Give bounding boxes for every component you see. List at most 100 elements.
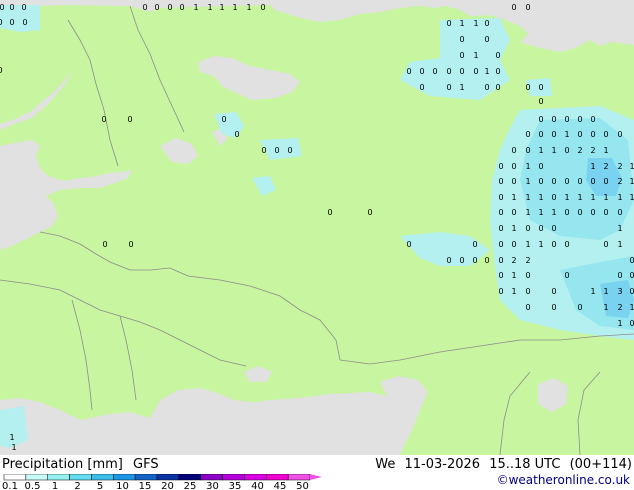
precip-value: 0 <box>179 3 184 12</box>
valid-date: 11-03-2026 <box>404 457 481 472</box>
precip-value: 0 <box>629 271 634 280</box>
legend-swatch <box>25 474 48 481</box>
legend-swatch <box>200 474 223 481</box>
precip-value: 0 <box>498 287 503 296</box>
precip-value: 1 <box>603 287 608 296</box>
precip-value: 0 <box>551 193 556 202</box>
precip-value: 1 <box>564 193 569 202</box>
valid-time: We 11-03-2026 15..18 UTC (00+114) <box>370 457 632 472</box>
precip-value: 0 <box>287 146 292 155</box>
precip-value: 0 <box>0 3 5 12</box>
precip-value: 0 <box>446 83 451 92</box>
precip-value: 1 <box>538 208 543 217</box>
precip-value: 0 <box>498 208 503 217</box>
precip-value: 0 <box>511 146 516 155</box>
precip-value: 1 <box>590 193 595 202</box>
precip-value: 0 <box>511 162 516 171</box>
footer: Precipitation [mm] GFS We 11-03-2026 15.… <box>0 455 634 490</box>
precip-value: 0 <box>525 130 530 139</box>
precip-value: 0 <box>101 115 106 124</box>
precip-value: 0 <box>538 177 543 186</box>
precip-value: 0 <box>603 240 608 249</box>
precip-value: 0 <box>274 146 279 155</box>
precip-value: 0 <box>495 67 500 76</box>
precip-value: 0 <box>459 51 464 60</box>
legend-label: 50 <box>296 481 309 490</box>
precip-value: 1 <box>473 19 478 28</box>
precip-value: 0 <box>551 224 556 233</box>
precip-value: 0 <box>564 240 569 249</box>
precip-value: 0 <box>128 240 133 249</box>
precip-value: 0 <box>459 256 464 265</box>
legend-swatch <box>287 474 311 481</box>
precip-value: 0 <box>590 115 595 124</box>
precip-value: 1 <box>629 162 634 171</box>
precip-value: 2 <box>525 256 530 265</box>
precip-value: 0 <box>577 115 582 124</box>
precip-value: 0 <box>590 208 595 217</box>
precip-value: 0 <box>538 224 543 233</box>
precip-value: 0 <box>472 240 477 249</box>
precip-value: 0 <box>0 66 3 75</box>
precip-value: 2 <box>603 162 608 171</box>
precip-value: 0 <box>221 115 226 124</box>
precip-value: 0 <box>234 130 239 139</box>
precip-value: 0 <box>564 115 569 124</box>
precip-value: 1 <box>590 162 595 171</box>
precip-value: 0 <box>484 256 489 265</box>
precip-value: 0 <box>432 67 437 76</box>
precip-value: 1 <box>525 162 530 171</box>
legend-swatch <box>222 474 245 481</box>
precip-value: 0 <box>617 271 622 280</box>
precip-value: 0 <box>564 271 569 280</box>
precip-value: 0 <box>484 35 489 44</box>
valid-run: (00+114) <box>569 457 632 472</box>
precip-value: 0 <box>538 97 543 106</box>
precip-value: 0 <box>167 3 172 12</box>
legend-swatch <box>91 474 114 481</box>
precip-value: 0 <box>617 130 622 139</box>
model-label: GFS <box>133 457 159 472</box>
legend-label: 0.1 <box>2 481 18 490</box>
precip-value: 0 <box>603 208 608 217</box>
precip-value: 0 <box>629 287 634 296</box>
precip-value: 0 <box>498 256 503 265</box>
credit-link[interactable]: ©weatheronline.co.uk <box>497 473 630 487</box>
precip-value: 0 <box>551 130 556 139</box>
precip-value: 0 <box>102 240 107 249</box>
precip-value: 0 <box>511 208 516 217</box>
legend-label: 2 <box>74 481 80 490</box>
precip-value: 1 <box>459 19 464 28</box>
precip-value: 0 <box>564 208 569 217</box>
precip-value: 0 <box>419 83 424 92</box>
precip-value: 2 <box>577 146 582 155</box>
product-title: Precipitation [mm] GFS <box>2 457 165 472</box>
legend-label: 45 <box>274 481 287 490</box>
precip-value: 1 <box>617 319 622 328</box>
precip-value: 1 <box>511 193 516 202</box>
precip-value: 0 <box>538 130 543 139</box>
precip-value: 0 <box>154 3 159 12</box>
precip-value: 1 <box>551 146 556 155</box>
precip-value: 0 <box>525 271 530 280</box>
precip-value: 0 <box>551 303 556 312</box>
precip-value: 0 <box>419 67 424 76</box>
legend-swatch <box>156 474 180 481</box>
precip-value: 1 <box>564 130 569 139</box>
precip-value: 2 <box>617 177 622 186</box>
precip-value: 0 <box>446 256 451 265</box>
precip-value: 1 <box>629 177 634 186</box>
precip-value: 0 <box>260 3 265 12</box>
legend-label: 20 <box>161 481 174 490</box>
precip-value: 0 <box>127 115 132 124</box>
precip-value: 0 <box>525 303 530 312</box>
precip-value: 0 <box>577 177 582 186</box>
legend-swatch <box>178 474 201 481</box>
precip-value: 1 <box>525 208 530 217</box>
legend-swatch <box>113 474 136 481</box>
precip-value: 0 <box>498 224 503 233</box>
legend-label: 25 <box>184 481 197 490</box>
precip-value: 1 <box>473 51 478 60</box>
precip-value: 2 <box>617 162 622 171</box>
precip-value: 1 <box>538 146 543 155</box>
